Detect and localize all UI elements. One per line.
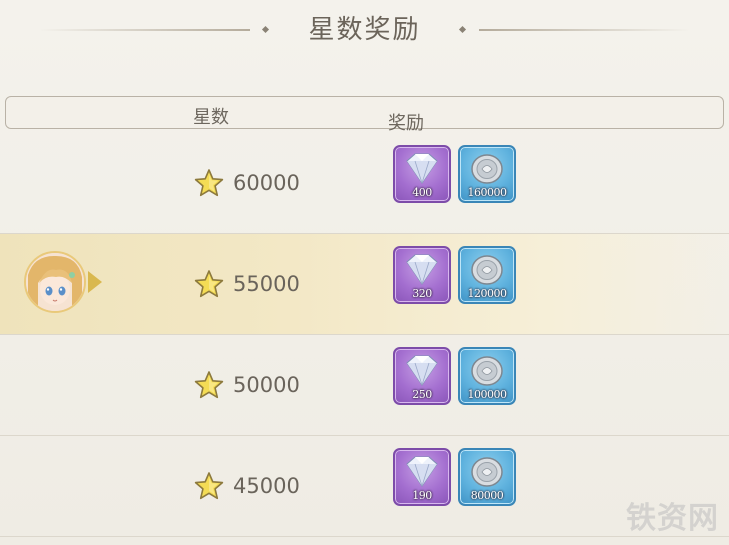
avatar-portrait — [26, 253, 84, 311]
diamond-reward[interactable]: 320 — [393, 246, 451, 304]
reward-quantity: 160000 — [467, 186, 508, 199]
diamond-icon — [406, 355, 438, 386]
reward-row: 45000 190 80000 — [0, 436, 729, 537]
reward-row-current: 55000 320 120000 — [0, 234, 729, 335]
reward-list: 60000 400 160000 55000 320 120000 50000 … — [0, 133, 729, 537]
diamond-reward[interactable]: 190 — [393, 448, 451, 506]
star-threshold: 45000 — [233, 474, 300, 498]
star-icon — [194, 472, 224, 500]
watermark: 铁资网 — [626, 501, 719, 536]
coin-reward[interactable]: 80000 — [458, 448, 516, 506]
stars-column-header: 星数 — [193, 107, 229, 128]
reward-quantity: 250 — [412, 388, 432, 401]
diamond-icon — [406, 153, 438, 184]
diamond-icon — [406, 456, 438, 487]
reward-row: 50000 250 100000 — [0, 335, 729, 436]
reward-quantity: 100000 — [467, 388, 508, 401]
star-threshold: 60000 — [233, 171, 300, 195]
star-icon — [194, 169, 224, 197]
star-threshold: 50000 — [233, 373, 300, 397]
diamond-reward[interactable]: 400 — [393, 145, 451, 203]
coin-reward[interactable]: 120000 — [458, 246, 516, 304]
coin-reward[interactable]: 100000 — [458, 347, 516, 405]
reward-quantity: 190 — [412, 489, 432, 502]
player-avatar — [24, 251, 86, 313]
diamond-icon — [406, 254, 438, 285]
reward-row: 60000 400 160000 — [0, 133, 729, 234]
silver-coin-icon — [471, 356, 503, 386]
silver-coin-icon — [471, 457, 503, 487]
reward-quantity: 120000 — [467, 287, 508, 300]
diamond-reward[interactable]: 250 — [393, 347, 451, 405]
silver-coin-icon — [471, 255, 503, 285]
star-icon — [194, 270, 224, 298]
star-reward-panel: 星数奖励 星数 奖励 60000 400 160000 55000 320 12… — [0, 0, 729, 545]
star-threshold: 55000 — [233, 272, 300, 296]
title-divider-right — [479, 29, 689, 31]
coin-reward[interactable]: 160000 — [458, 145, 516, 203]
silver-coin-icon — [471, 154, 503, 184]
reward-quantity: 320 — [412, 287, 432, 300]
table-header: 星数 奖励 — [5, 96, 724, 134]
reward-quantity: 80000 — [470, 489, 504, 502]
star-icon — [194, 371, 224, 399]
reward-quantity: 400 — [412, 186, 432, 199]
current-rank-pointer — [88, 271, 102, 293]
